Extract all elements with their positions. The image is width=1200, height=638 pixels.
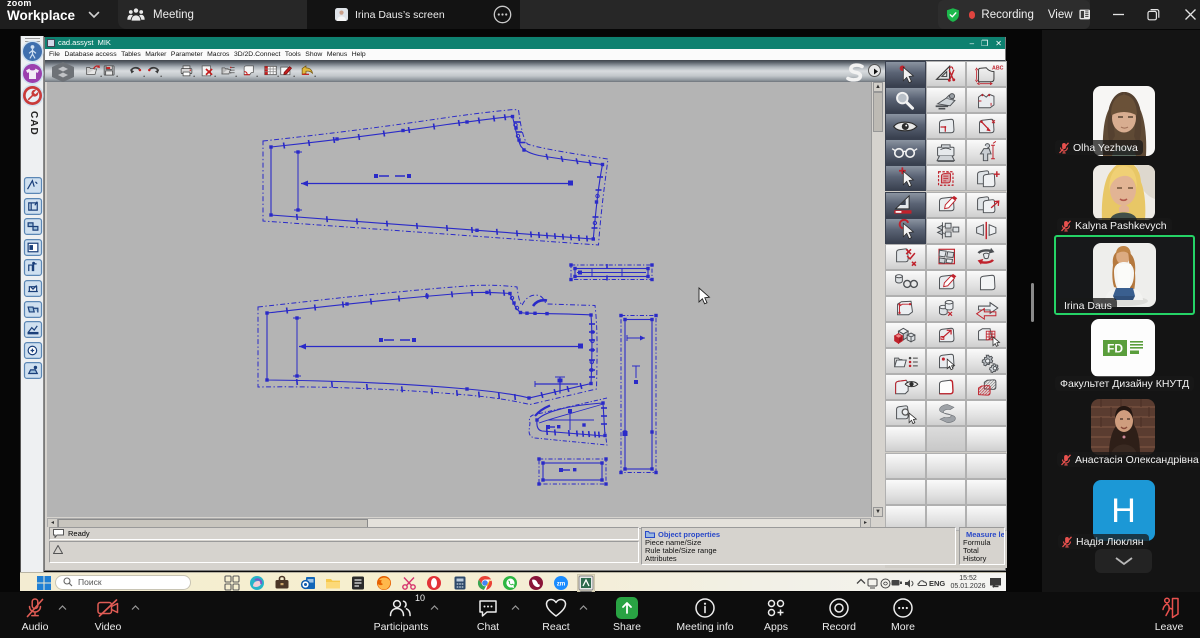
svg-text:H: H: [1111, 492, 1136, 530]
svg-text:zm: zm: [557, 580, 566, 587]
svg-text:ABC: ABC: [992, 65, 1004, 71]
svg-text:FD: FD: [1107, 342, 1123, 356]
